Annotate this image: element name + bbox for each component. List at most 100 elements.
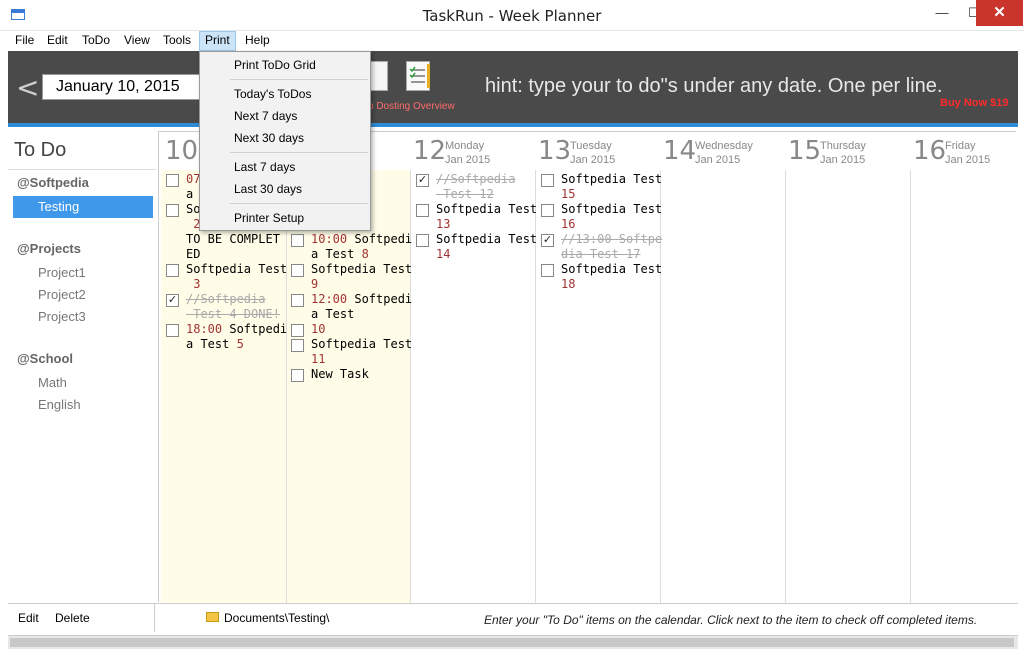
day-month: Jan 2015 [570,154,616,166]
sidebar-item-project1[interactable]: Project1 [38,265,86,280]
task-text[interactable]: //13:00 Softpe dia Test 17 [561,232,662,262]
sidebar-item-project3[interactable]: Project3 [38,309,86,324]
day-header: 15 Thursday Jan 2015 [782,132,907,170]
prev-week-button[interactable]: < [16,71,39,104]
task-text[interactable]: Softpedia Test 14 [436,232,537,262]
task-text[interactable]: Softpedia Test 18 [561,262,662,292]
day-column-12[interactable]: ✓ //Softpedia Test 12 Softpedia Test 13 … [411,170,537,603]
checklist-glyph-icon [409,64,430,88]
task-checkbox[interactable] [541,264,554,277]
task-text[interactable]: //Softpedia Test 4 DONE! [186,292,280,322]
task-checkbox[interactable] [541,204,554,217]
day-weekday: Monday [445,140,485,152]
day-header: 12 Monday Jan 2015 [407,132,532,170]
header-banner: < January 10, 2015 o Dosting Overview hi… [8,51,1018,127]
task-checkbox[interactable]: ✓ [166,294,179,307]
date-picker[interactable]: January 10, 2015 [42,74,202,100]
menu-todo[interactable]: ToDo [80,33,112,47]
sidebar-divider [8,169,156,170]
task-checkbox[interactable] [166,204,179,217]
menu-item-next-30-days[interactable]: Next 30 days [234,131,304,145]
menu-view[interactable]: View [122,33,152,47]
task-checkbox[interactable] [291,234,304,247]
menu-item-todays-todos[interactable]: Today's ToDos [234,87,311,101]
task-text[interactable]: Softpedia Test 9 [311,262,412,292]
hint-text: hint: type your to do"s under any date. … [485,75,943,97]
task-text[interactable]: Softpedia Test 11 [311,337,412,367]
task-checkbox[interactable] [541,174,554,187]
task-text[interactable]: 10 [311,322,325,337]
day-number: 16 [913,136,947,166]
task-text[interactable]: 12:00 Softpedi a Test [311,292,412,322]
task-text[interactable]: Softpedia Test 13 [436,202,537,232]
day-column-10[interactable]: 07 a So 2 TO BE COMPLET ED Softpedia Tes… [161,170,287,632]
day-number: 10 [165,136,199,166]
day-number: 15 [788,136,822,166]
task-text[interactable]: Softpedia Test 3 [186,262,287,292]
menu-item-printer-setup[interactable]: Printer Setup [234,211,304,225]
task-checkbox[interactable] [291,339,304,352]
menu-item-next-7-days[interactable]: Next 7 days [234,109,297,123]
sidebar-item-project2[interactable]: Project2 [38,287,86,302]
task-checkbox[interactable]: ✓ [416,174,429,187]
menu-file[interactable]: File [13,33,36,47]
task-checkbox[interactable] [291,264,304,277]
day-column-16[interactable] [911,170,1017,603]
task-text[interactable]: New Task [311,367,369,382]
status-bar: Edit Delete Documents\Testing\ Enter you… [8,603,1018,633]
minimize-button[interactable]: — [926,0,958,26]
day-header: 16 Friday Jan 2015 [907,132,1017,170]
buy-now-link[interactable]: Buy Now $19 [940,97,1008,109]
window-title: TaskRun - Week Planner [422,7,602,25]
toolbar-label: o Dosting Overview [368,101,455,112]
menu-item-print-grid[interactable]: Print ToDo Grid [234,58,316,72]
sidebar-item-math[interactable]: Math [38,375,67,390]
task-text[interactable]: 18:00 Softpedi a Test 5 [186,322,287,352]
horizontal-scrollbar[interactable] [8,635,1018,649]
edit-button[interactable]: Edit [18,611,39,625]
checklist-icon[interactable] [406,61,430,91]
task-checkbox[interactable] [291,294,304,307]
task-text[interactable]: Softpedia Test 15 [561,172,662,202]
footer-divider [154,604,155,632]
group-projects[interactable]: @Projects [17,241,81,256]
task-checkbox[interactable] [166,264,179,277]
group-softpedia[interactable]: @Softpedia [17,175,89,190]
task-checkbox[interactable] [166,174,179,187]
group-school[interactable]: @School [17,351,73,366]
menu-print[interactable]: Print [199,31,236,51]
task-text[interactable]: Softpedia Test 16 [561,202,662,232]
task-text[interactable]: //Softpedia Test 12 [436,172,515,202]
menu-separator [230,79,368,80]
menu-help[interactable]: Help [243,33,272,47]
menu-item-last-7-days[interactable]: Last 7 days [234,160,295,174]
task-text[interactable]: 10:00 Softpedi a Test 8 [311,232,412,262]
task-checkbox[interactable] [291,369,304,382]
menu-tools[interactable]: Tools [161,33,193,47]
sidebar-title: To Do [14,139,67,161]
task-text[interactable]: TO BE COMPLET ED [186,232,280,262]
menu-edit[interactable]: Edit [45,33,70,47]
delete-button[interactable]: Delete [55,611,90,625]
menu-item-last-30-days[interactable]: Last 30 days [234,182,302,196]
task-checkbox[interactable]: ✓ [541,234,554,247]
sidebar-item-testing[interactable]: Testing [13,196,153,218]
sidebar-item-english[interactable]: English [38,397,81,412]
day-weekday: Wednesday [695,140,753,152]
day-month: Jan 2015 [445,154,491,166]
folder-icon [206,612,219,622]
day-number: 12 [413,136,447,166]
close-button[interactable]: ✕ [976,0,1023,26]
print-menu-dropdown: Print ToDo Grid Today's ToDos Next 7 day… [199,51,371,231]
task-checkbox[interactable] [166,324,179,337]
task-checkbox[interactable] [416,204,429,217]
menu-separator [230,203,368,204]
task-checkbox[interactable] [416,234,429,247]
day-column-14[interactable] [661,170,786,603]
scrollbar-thumb[interactable] [10,638,1014,647]
task-checkbox[interactable] [291,324,304,337]
day-column-13[interactable]: Softpedia Test 15 Softpedia Test 16 ✓ //… [536,170,662,603]
day-column-15[interactable] [786,170,911,603]
help-text: Enter your "To Do" items on the calendar… [484,613,978,627]
day-column-11[interactable]: 10:00 Softpedi a Test 8 Softpedia Test 9… [287,170,412,603]
